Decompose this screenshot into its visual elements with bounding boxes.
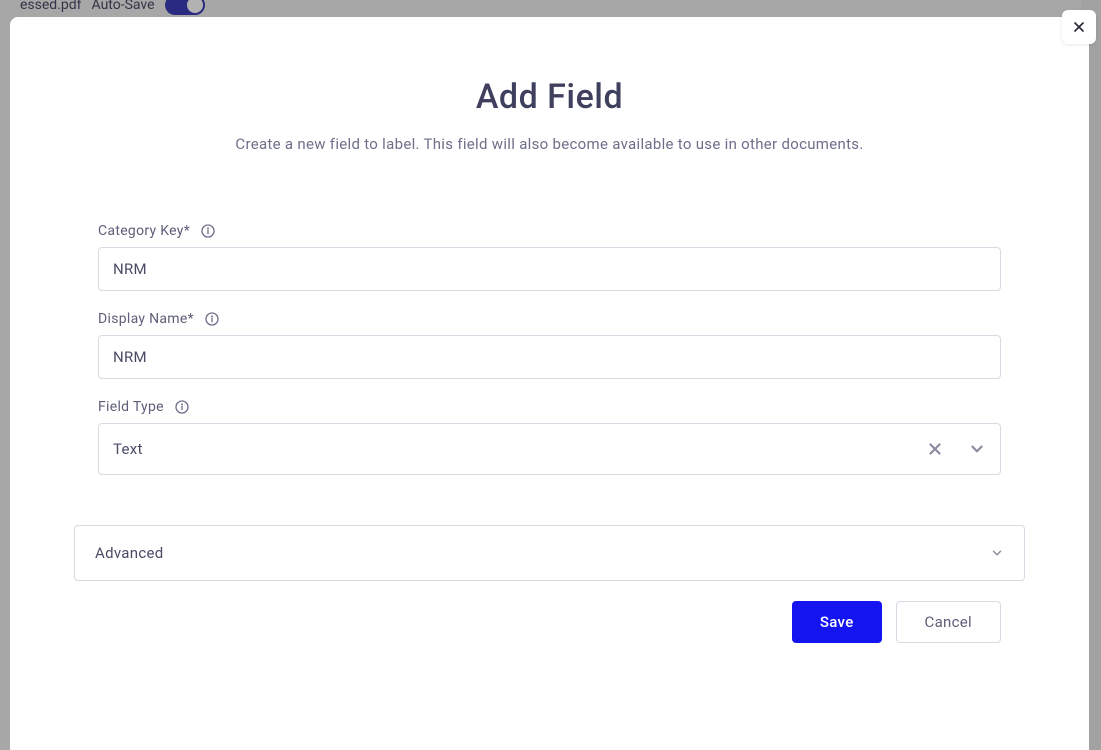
- info-icon[interactable]: [200, 223, 216, 239]
- modal-content: Add Field Create a new field to label. T…: [10, 17, 1089, 643]
- info-icon[interactable]: [204, 311, 220, 327]
- display-name-input[interactable]: [98, 335, 1001, 379]
- add-field-modal: Add Field Create a new field to label. T…: [10, 17, 1089, 750]
- button-row: Save Cancel: [10, 601, 1089, 643]
- info-icon[interactable]: [174, 399, 190, 415]
- form-area: Category Key* Display Name*: [10, 223, 1089, 475]
- chevron-down-icon[interactable]: [968, 440, 986, 458]
- cancel-button[interactable]: Cancel: [896, 601, 1001, 643]
- field-type-select[interactable]: Text: [98, 423, 1001, 475]
- modal-title: Add Field: [10, 77, 1089, 117]
- field-type-value: Text: [113, 440, 143, 458]
- select-icons: [926, 440, 986, 458]
- display-name-group: Display Name*: [98, 311, 1001, 379]
- display-name-label: Display Name*: [98, 311, 194, 327]
- clear-icon[interactable]: [926, 440, 944, 458]
- category-key-input[interactable]: [98, 247, 1001, 291]
- close-icon: [1071, 19, 1087, 35]
- field-type-label: Field Type: [98, 399, 164, 415]
- advanced-section[interactable]: Advanced: [74, 525, 1025, 581]
- save-button[interactable]: Save: [792, 601, 882, 643]
- category-key-group: Category Key*: [98, 223, 1001, 291]
- chevron-down-icon: [990, 546, 1004, 560]
- category-key-label: Category Key*: [98, 223, 190, 239]
- display-name-label-row: Display Name*: [98, 311, 1001, 327]
- advanced-label: Advanced: [95, 544, 164, 562]
- field-type-group: Field Type Text: [98, 399, 1001, 475]
- modal-subtitle: Create a new field to label. This field …: [10, 135, 1089, 153]
- close-button[interactable]: [1062, 10, 1096, 44]
- field-type-label-row: Field Type: [98, 399, 1001, 415]
- category-key-label-row: Category Key*: [98, 223, 1001, 239]
